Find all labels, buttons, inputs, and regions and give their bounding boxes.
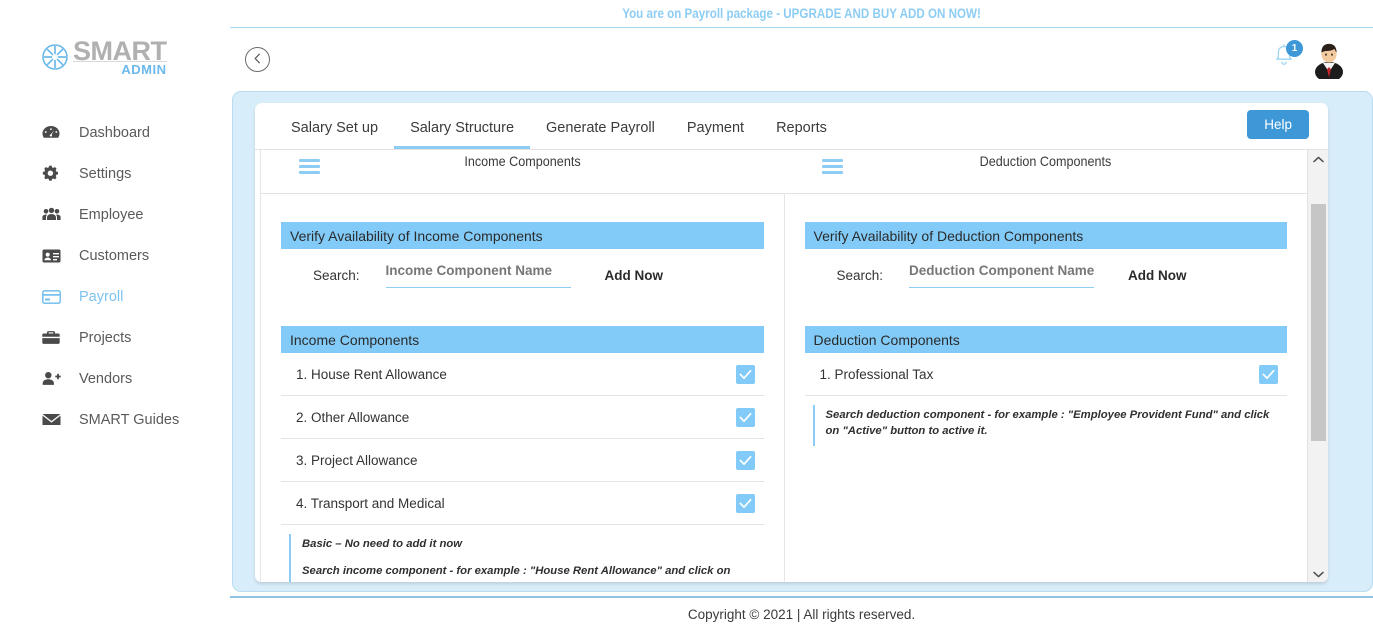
component-panels: Verify Availability of Income Components…	[255, 194, 1307, 582]
upgrade-banner-text: You are on Payroll package - UPGRADE AND…	[622, 6, 981, 21]
briefcase-icon	[42, 329, 66, 347]
payroll-card: Salary Set up Salary Structure Generate …	[255, 103, 1328, 582]
sidebar-item-label: Vendors	[79, 370, 133, 387]
income-note: Basic – No need to add it now Search inc…	[289, 534, 764, 582]
list-item[interactable]: 4. Transport and Medical	[281, 482, 764, 525]
income-header-cell: Income Components	[261, 150, 784, 193]
tab-generate-payroll[interactable]: Generate Payroll	[530, 120, 671, 149]
income-header-title: Income Components	[464, 153, 581, 169]
users-icon	[42, 206, 66, 224]
sidebar-item-dashboard[interactable]: Dashboard	[0, 112, 230, 153]
chevron-up-icon[interactable]	[1308, 150, 1328, 168]
scroll-viewport: Income Components Deduction Components V…	[255, 150, 1307, 582]
active-checkbox[interactable]	[735, 407, 755, 427]
id-card-icon	[42, 247, 66, 265]
income-list-title: Income Components	[281, 326, 764, 353]
sidebar-item-customers[interactable]: Customers	[0, 235, 230, 276]
deduction-add-now-button[interactable]: Add Now	[1128, 268, 1187, 283]
list-item-label: 3. Project Allowance	[296, 452, 418, 468]
sidebar-item-label: SMART Guides	[79, 411, 180, 428]
sidebar-item-label: Employee	[79, 206, 144, 223]
sidebar-item-employee[interactable]: Employee	[0, 194, 230, 235]
sidebar-nav: Dashboard Settings Employee Customers Pa	[0, 112, 230, 440]
sidebar-item-settings[interactable]: Settings	[0, 153, 230, 194]
sidebar-item-label: Payroll	[79, 288, 124, 305]
list-item[interactable]: 1. House Rent Allowance	[281, 353, 764, 396]
tab-bar: Salary Set up Salary Structure Generate …	[255, 103, 1328, 149]
gear-icon	[42, 165, 66, 183]
income-search-row: Search: Income Component Name Add Now	[281, 249, 764, 301]
component-header-row: Income Components Deduction Components	[260, 150, 1307, 194]
list-item-label: 1. House Rent Allowance	[296, 366, 447, 382]
sidebar-item-vendors[interactable]: Vendors	[0, 358, 230, 399]
copyright-text: Copyright © 2021 | All rights reserved.	[687, 606, 916, 622]
income-note-line-1: Basic – No need to add it now	[302, 538, 463, 550]
upgrade-banner[interactable]: You are on Payroll package - UPGRADE AND…	[230, 0, 1373, 28]
content-container: Salary Set up Salary Structure Generate …	[232, 91, 1373, 592]
list-item-label: 1. Professional Tax	[819, 366, 934, 382]
app-logo[interactable]: SMART ADMIN	[0, 0, 230, 76]
active-checkbox[interactable]	[1259, 364, 1278, 384]
deduction-verify-title: Verify Availability of Deduction Compone…	[804, 222, 1287, 249]
list-item[interactable]: 2. Other Allowance	[281, 396, 764, 439]
chevron-down-icon[interactable]	[1308, 565, 1328, 582]
income-components-panel: Verify Availability of Income Components…	[260, 194, 784, 582]
deduction-search-row: Search: Deduction Component Name Add Now	[805, 249, 1288, 301]
avatar[interactable]	[1311, 41, 1347, 82]
list-item-label: 4. Transport and Medical	[296, 495, 445, 511]
tab-salary-set-up[interactable]: Salary Set up	[275, 120, 394, 149]
deduction-search-input[interactable]: Deduction Component Name	[909, 262, 1094, 288]
help-button[interactable]: Help	[1247, 110, 1309, 139]
sidebar-item-payroll[interactable]: Payroll	[0, 276, 230, 317]
deduction-list-title: Deduction Components	[804, 326, 1287, 353]
list-item[interactable]: 3. Project Allowance	[281, 439, 764, 482]
deduction-note: Search deduction component - for example…	[812, 405, 1288, 446]
deduction-search-label: Search:	[836, 267, 884, 283]
sidebar-item-projects[interactable]: Projects	[0, 317, 230, 358]
tab-payment[interactable]: Payment	[671, 120, 760, 149]
scrollbar-thumb[interactable]	[1311, 204, 1326, 441]
scroll-body: Income Components Deduction Components V…	[255, 149, 1328, 582]
deduction-note-line-1: Search deduction component - for example…	[825, 409, 1270, 438]
notifications-button[interactable]: 1	[1271, 40, 1303, 75]
income-add-now-button[interactable]: Add Now	[605, 268, 664, 283]
deduction-search-placeholder: Deduction Component Name	[909, 263, 1095, 278]
income-search-input[interactable]: Income Component Name	[385, 262, 571, 288]
bell-icon	[1271, 44, 1297, 75]
list-item-label: 2. Other Allowance	[296, 409, 410, 425]
deduction-header-title: Deduction Components	[979, 153, 1112, 169]
active-checkbox[interactable]	[735, 364, 755, 384]
income-search-label: Search:	[313, 267, 360, 283]
asterisk-wheel-icon	[42, 44, 68, 70]
logo-smart-text: SMART	[73, 36, 167, 66]
sidebar: SMART ADMIN Dashboard Settings Employee	[0, 0, 230, 630]
income-note-line-2: Search income component - for example : …	[302, 565, 746, 582]
envelope-icon	[42, 411, 66, 429]
active-checkbox[interactable]	[735, 450, 755, 470]
vertical-scrollbar[interactable]	[1307, 150, 1328, 582]
user-plus-icon	[42, 370, 66, 388]
dashboard-icon	[42, 124, 66, 142]
tab-reports[interactable]: Reports	[760, 120, 843, 149]
back-button[interactable]	[245, 47, 270, 72]
notification-count-badge: 1	[1286, 40, 1303, 57]
sidebar-item-smart-guides[interactable]: SMART Guides	[0, 399, 230, 440]
sidebar-item-label: Settings	[79, 165, 132, 182]
deduction-components-panel: Verify Availability of Deduction Compone…	[783, 194, 1308, 582]
deduction-header-cell: Deduction Components	[784, 150, 1307, 193]
header-bar: 1	[230, 29, 1373, 88]
active-checkbox[interactable]	[735, 493, 755, 513]
income-search-placeholder: Income Component Name	[385, 263, 553, 278]
footer: Copyright © 2021 | All rights reserved.	[230, 598, 1373, 630]
chevron-left-circle-icon	[253, 51, 262, 69]
credit-card-icon	[42, 288, 66, 306]
sidebar-item-label: Dashboard	[79, 124, 150, 141]
income-verify-title: Verify Availability of Income Components	[281, 222, 764, 249]
tab-salary-structure[interactable]: Salary Structure	[394, 120, 531, 149]
sidebar-item-label: Projects	[79, 329, 132, 346]
list-item[interactable]: 1. Professional Tax	[804, 353, 1287, 396]
sidebar-item-label: Customers	[79, 247, 150, 264]
